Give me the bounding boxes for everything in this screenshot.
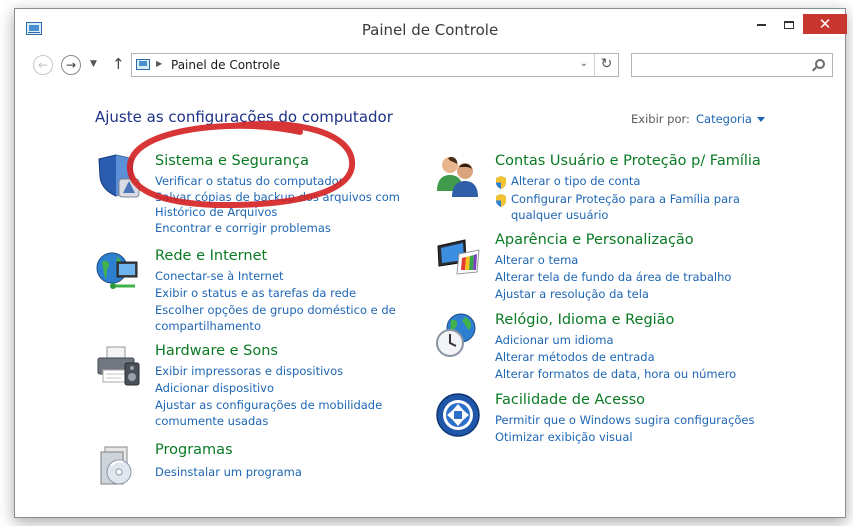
category-title-programs[interactable]: Programas (155, 442, 233, 458)
up-button[interactable]: ↑ (112, 55, 125, 73)
category-appearance: Aparência e Personalização Alterar o tem… (435, 232, 775, 302)
link-add-language[interactable]: Adicionar um idioma (495, 332, 736, 349)
link-change-theme[interactable]: Alterar o tema (495, 252, 731, 269)
category-ease-of-access: Facilidade de Acesso Permitir que o Wind… (435, 392, 775, 452)
link-change-date-formats[interactable]: Alterar formatos de data, hora ou número (495, 366, 736, 383)
display-palette-icon[interactable] (435, 232, 481, 278)
link-network-status[interactable]: Exibir o status e as tarefas da rede (155, 285, 396, 302)
search-icon[interactable] (815, 59, 825, 69)
link-save-backup-copies[interactable]: Salvar cópias de backup dos arquivos com (155, 190, 400, 205)
link-homegroup-options[interactable]: Escolher opções de grupo doméstico e de (155, 302, 396, 319)
view-by-label: Exibir por: (631, 112, 690, 126)
maximize-button[interactable] (775, 14, 803, 34)
minimize-icon (756, 23, 766, 26)
link-file-history[interactable]: Histórico de Arquivos (155, 205, 400, 220)
category-hardware-sound: Hardware e Sons Exibir impressoras e dis… (95, 343, 415, 433)
forward-button[interactable]: → (61, 55, 81, 75)
link-change-desktop-background[interactable]: Alterar tela de fundo da área de trabalh… (495, 269, 731, 286)
category-network-internet: Rede e Internet Conectar-se à Internet E… (95, 248, 415, 338)
control-panel-small-icon (136, 59, 150, 70)
search-box[interactable] (631, 53, 833, 77)
dropdown-caret-icon[interactable] (756, 117, 765, 122)
clock-globe-icon[interactable] (435, 312, 481, 358)
link-uninstall-program[interactable]: Desinstalar um programa (155, 464, 302, 481)
programs-disc-icon[interactable] (95, 442, 141, 488)
link-any-user[interactable]: qualquer usuário (495, 208, 740, 223)
link-windows-suggest-settings[interactable]: Permitir que o Windows sugira configuraç… (495, 412, 755, 429)
link-mobility-settings[interactable]: Ajustar as configurações de mobilidade (155, 397, 382, 414)
printer-icon[interactable] (95, 343, 141, 389)
content-area: Ajuste as configurações do computador Ex… (15, 85, 845, 517)
link-change-input-methods[interactable]: Alterar métodos de entrada (495, 349, 736, 366)
close-button[interactable]: ✕ (803, 14, 847, 34)
page-title: Ajuste as configurações do computador (95, 108, 393, 126)
recent-locations-button[interactable]: ▼ (90, 59, 97, 69)
back-button[interactable]: ← (33, 55, 53, 75)
control-panel-window: Painel de Controle ✕ ← → ▼ ↑ ▶ Painel de… (14, 8, 847, 518)
category-title-ease-of-access[interactable]: Facilidade de Acesso (495, 392, 645, 408)
category-title-system-security[interactable]: Sistema e Segurança (155, 153, 309, 169)
link-adjust-screen-resolution[interactable]: Ajustar a resolução da tela (495, 286, 731, 303)
link-optimize-visual-display[interactable]: Otimizar exibição visual (495, 429, 755, 446)
view-by-value[interactable]: Categoria (696, 112, 752, 126)
users-icon[interactable] (435, 153, 481, 199)
category-title-network-internet[interactable]: Rede e Internet (155, 248, 267, 264)
refresh-button[interactable]: ↻ (594, 54, 618, 76)
category-title-clock-language-region[interactable]: Relógio, Idioma e Região (495, 312, 674, 328)
category-title-appearance[interactable]: Aparência e Personalização (495, 232, 694, 248)
uac-shield-icon (496, 176, 506, 189)
category-system-security: Sistema e Segurança Verificar o status d… (95, 153, 415, 243)
link-add-device[interactable]: Adicionar dispositivo (155, 380, 382, 397)
category-clock-language-region: Relógio, Idioma e Região Adicionar um id… (435, 312, 775, 382)
category-user-accounts: Contas Usuário e Proteção p/ Família Alt… (435, 153, 775, 233)
security-shield-icon[interactable] (95, 153, 141, 199)
breadcrumb-chevron-icon[interactable]: ▶ (156, 59, 162, 68)
link-commonly-used[interactable]: comumente usadas (155, 414, 382, 429)
network-globe-icon[interactable] (95, 248, 141, 294)
link-check-computer-status[interactable]: Verificar o status do computador (155, 173, 400, 190)
address-bar[interactable]: ▶ Painel de Controle ⌄ ↻ (131, 53, 619, 77)
title-bar[interactable]: Painel de Controle ✕ (15, 9, 847, 45)
category-title-user-accounts[interactable]: Contas Usuário e Proteção p/ Família (495, 153, 761, 169)
link-change-account-type[interactable]: Alterar o tipo de conta (495, 173, 740, 190)
address-dropdown-icon[interactable]: ⌄ (580, 58, 588, 69)
breadcrumb-control-panel[interactable]: Painel de Controle (171, 58, 280, 72)
minimize-button[interactable] (747, 14, 775, 34)
close-icon: ✕ (818, 15, 832, 33)
view-by-dropdown[interactable]: Categoria (696, 112, 765, 126)
category-title-hardware-sound[interactable]: Hardware e Sons (155, 343, 278, 359)
link-connect-internet[interactable]: Conectar-se à Internet (155, 268, 396, 285)
category-programs: Programas Desinstalar um programa (95, 442, 415, 492)
maximize-icon (784, 20, 794, 29)
link-family-safety[interactable]: Configurar Proteção para a Família para (495, 191, 740, 208)
navigation-bar: ← → ▼ ↑ ▶ Painel de Controle ⌄ ↻ (15, 45, 845, 85)
ease-of-access-icon[interactable] (435, 392, 481, 438)
link-sharing[interactable]: compartilhamento (155, 319, 396, 334)
link-find-fix-problems[interactable]: Encontrar e corrigir problemas (155, 220, 400, 237)
uac-shield-icon (496, 194, 506, 207)
link-view-printers-devices[interactable]: Exibir impressoras e dispositivos (155, 363, 382, 380)
window-title: Painel de Controle (361, 21, 499, 39)
